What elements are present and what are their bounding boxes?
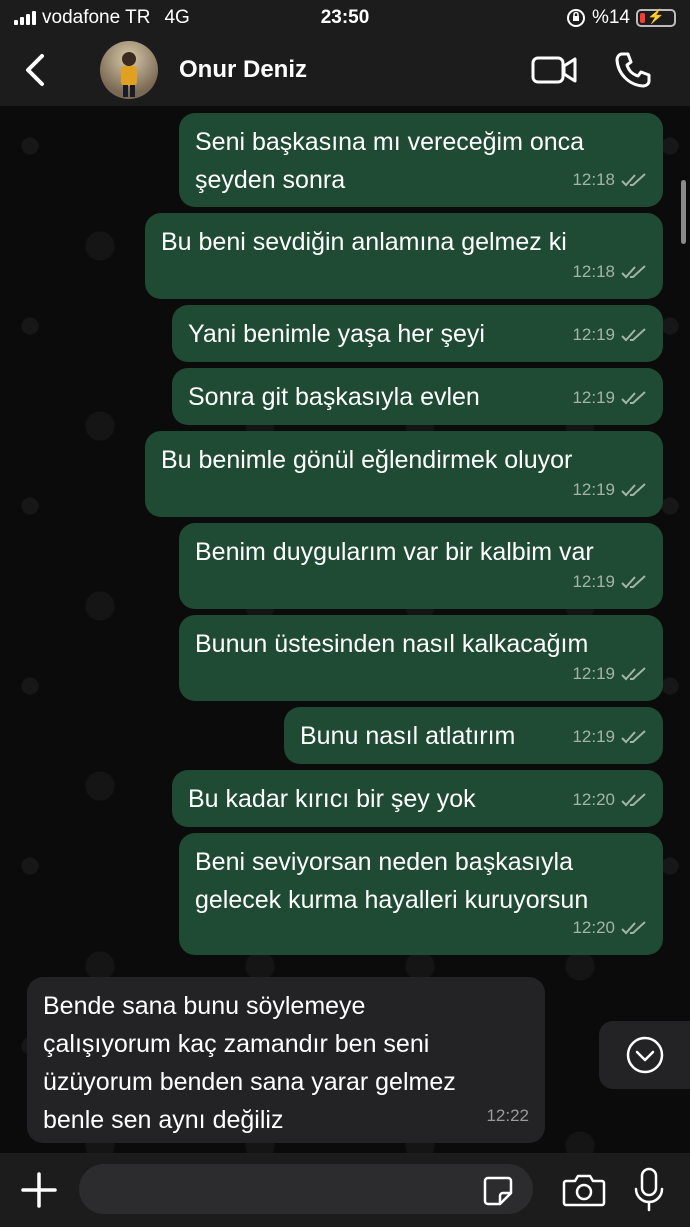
message-input[interactable] xyxy=(79,1164,533,1214)
message-bubble-outgoing[interactable]: Bu kadar kırıcı bir şey yok 12:20 xyxy=(172,770,663,827)
double-check-icon xyxy=(621,921,646,935)
message-time: 12:22 xyxy=(486,1106,529,1125)
battery-percent: %14 xyxy=(591,7,630,28)
video-call-icon[interactable] xyxy=(530,52,578,88)
message-time: 12:19 xyxy=(572,388,615,407)
scrollbar[interactable] xyxy=(681,180,686,244)
input-bar xyxy=(0,1153,690,1227)
phone-icon[interactable] xyxy=(613,50,653,90)
message-time: 12:18 xyxy=(572,170,615,189)
plus-icon[interactable] xyxy=(20,1171,58,1209)
scroll-down-button[interactable] xyxy=(599,1021,690,1089)
message-bubble-outgoing[interactable]: Beni seviyorsan neden başkasıyla gelecek… xyxy=(179,833,663,955)
message-bubble-outgoing[interactable]: Seni başkasına mı vereceğim onca şeyden … xyxy=(179,113,663,207)
message-time: 12:19 xyxy=(572,480,615,499)
double-check-icon xyxy=(621,265,646,279)
camera-icon[interactable] xyxy=(562,1171,606,1209)
message-time: 12:19 xyxy=(572,664,615,683)
message-time: 12:18 xyxy=(572,262,615,281)
double-check-icon xyxy=(621,173,646,187)
chevron-down-circle-icon xyxy=(626,1036,664,1074)
chat-header: Onur Deniz xyxy=(0,36,690,106)
double-check-icon xyxy=(621,483,646,497)
contact-name[interactable]: Onur Deniz xyxy=(179,56,307,84)
message-bubble-outgoing[interactable]: Bu beni sevdiğin anlamına gelmez ki 12:1… xyxy=(145,213,663,299)
microphone-icon[interactable] xyxy=(632,1167,666,1213)
double-check-icon xyxy=(621,667,646,681)
message-bubble-outgoing[interactable]: Bunu nasıl atlatırım 12:19 xyxy=(284,707,663,764)
orientation-lock-icon xyxy=(566,9,585,27)
double-check-icon xyxy=(621,793,646,807)
back-chevron-icon[interactable] xyxy=(16,50,56,90)
sticker-icon[interactable] xyxy=(482,1175,514,1207)
message-time: 12:19 xyxy=(572,325,615,344)
message-bubble-outgoing[interactable]: Benim duygularım var bir kalbim var 12:1… xyxy=(179,523,663,609)
status-bar: vodafone TR 4G 23:50 %14 ⚡ xyxy=(0,0,690,36)
avatar[interactable] xyxy=(100,41,158,99)
status-right: %14 ⚡ xyxy=(566,7,676,29)
message-text: Bende sana bunu söylemeye çalışıyorum ka… xyxy=(43,992,456,1134)
message-bubble-outgoing[interactable]: Bu benimle gönül eğlendirmek oluyor 12:1… xyxy=(145,431,663,517)
double-check-icon xyxy=(621,575,646,589)
message-bubble-outgoing[interactable]: Yani benimle yaşa her şeyi 12:19 xyxy=(172,305,663,362)
double-check-icon xyxy=(621,328,646,342)
battery-icon: ⚡ xyxy=(636,8,676,27)
double-check-icon xyxy=(621,730,646,744)
message-text: Beni seviyorsan neden başkasıyla gelecek… xyxy=(195,848,589,914)
double-check-icon xyxy=(621,391,646,405)
message-bubble-incoming[interactable]: Bende sana bunu söylemeye çalışıyorum ka… xyxy=(27,977,545,1143)
message-bubble-outgoing[interactable]: Sonra git başkasıyla evlen 12:19 xyxy=(172,368,663,425)
message-time: 12:19 xyxy=(572,572,615,591)
message-time: 12:20 xyxy=(572,918,615,937)
chat-area[interactable]: Seni başkasına mı vereceğim onca şeyden … xyxy=(0,106,690,1153)
message-bubble-outgoing[interactable]: Bunun üstesinden nasıl kalkacağım 12:19 xyxy=(179,615,663,701)
message-time: 12:19 xyxy=(572,727,615,746)
avatar-image xyxy=(121,52,137,97)
message-time: 12:20 xyxy=(572,790,615,809)
